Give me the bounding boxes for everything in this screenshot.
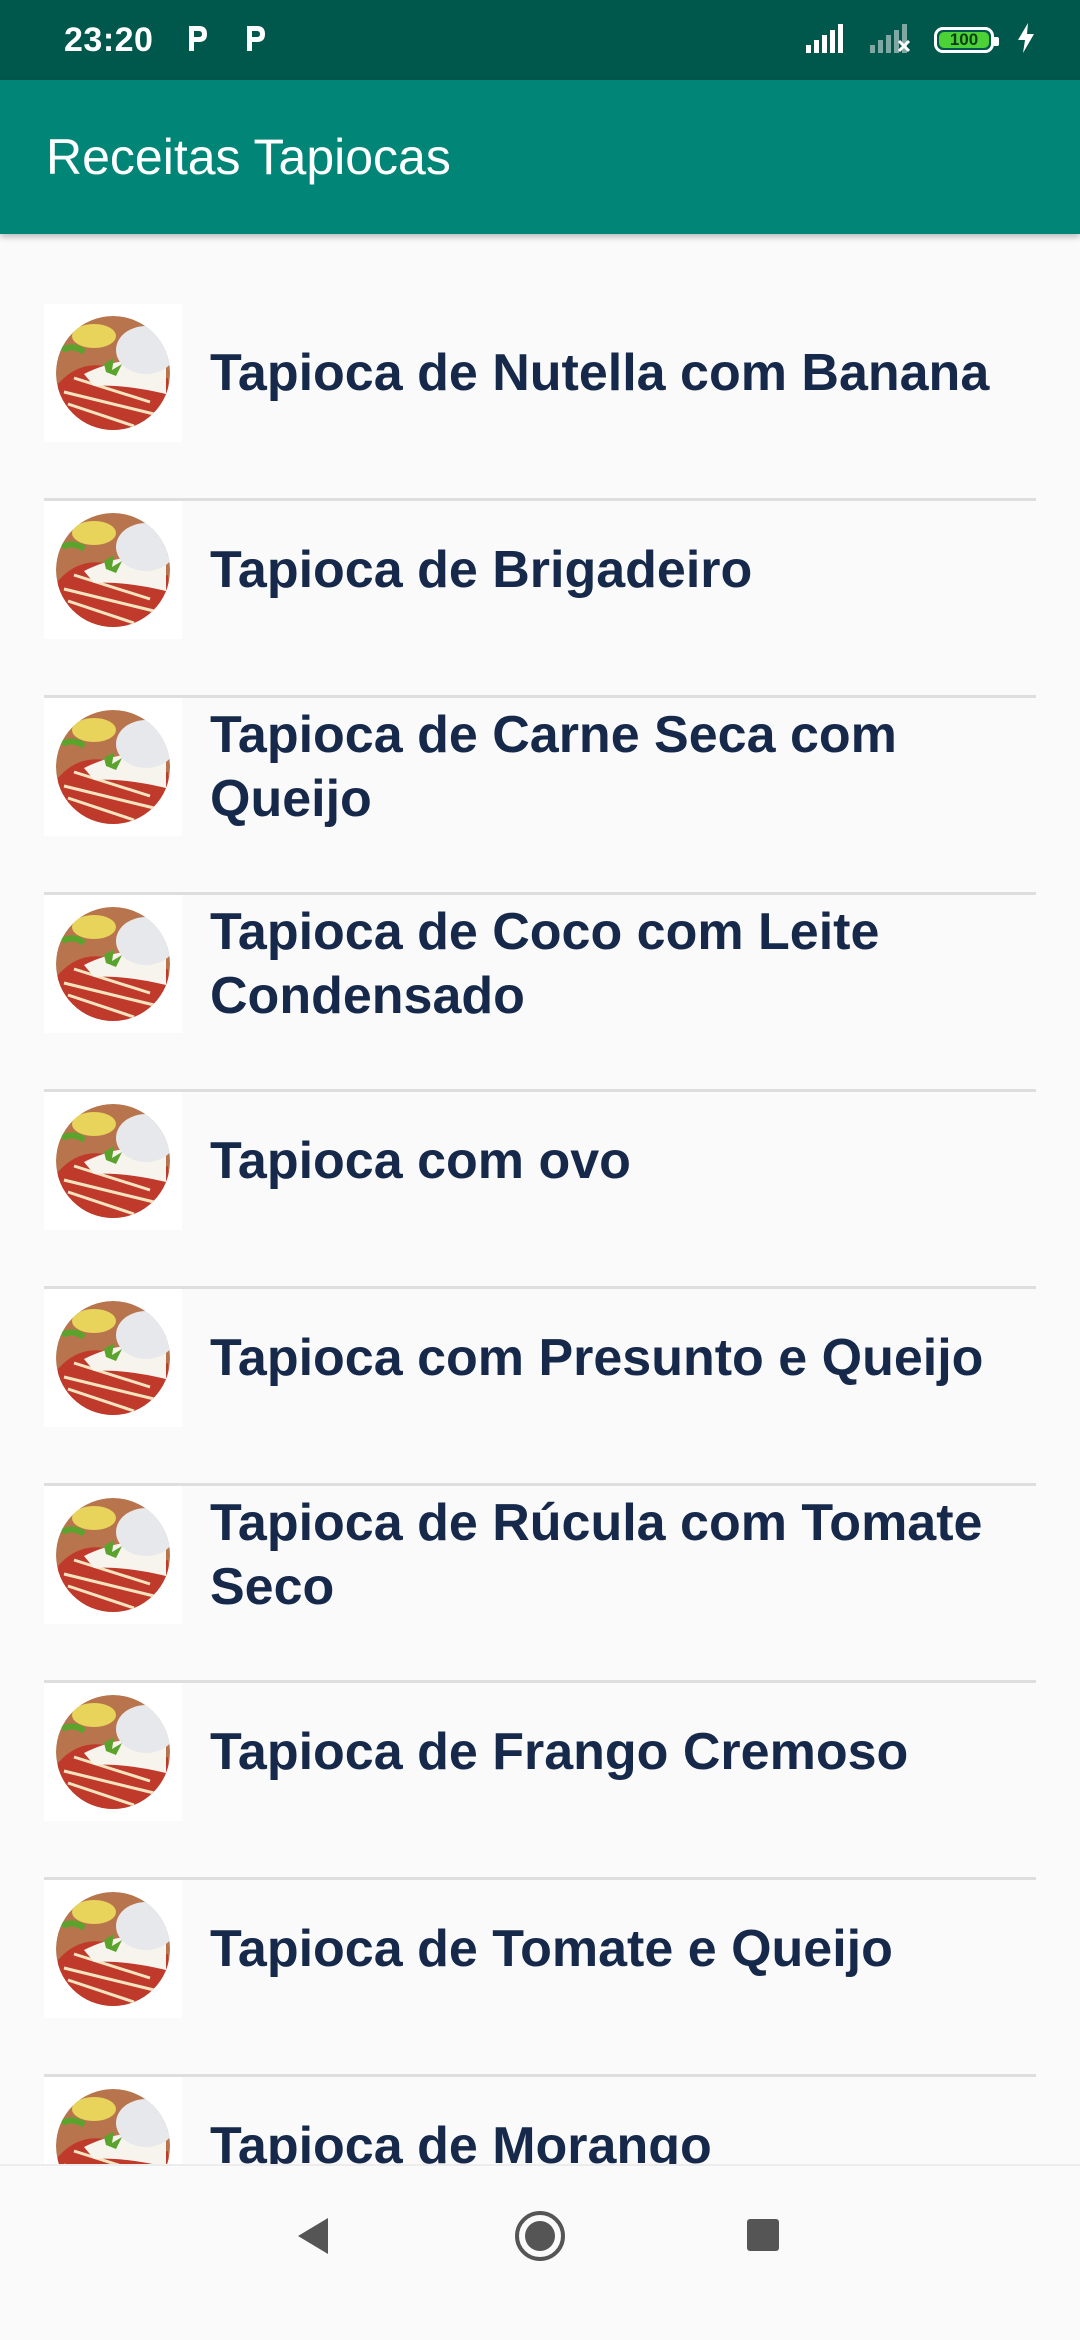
recipe-title: Tapioca com Presunto e Queijo (210, 1329, 984, 1387)
recipe-list-item[interactable]: Tapioca de Tomate e Queijo (44, 1880, 1036, 2077)
recipe-item-content: Tapioca de Carne Seca com Queijo (44, 698, 1036, 836)
recipe-title: Tapioca com ovo (210, 1132, 631, 1190)
parking-p-icon (183, 22, 211, 59)
recipe-thumbnail-image (44, 1880, 182, 2018)
recipe-title: Tapioca de Rúcula com Tomate Seco (210, 1494, 983, 1616)
recipe-list-item[interactable]: Tapioca de Rúcula com Tomate Seco (44, 1486, 1036, 1683)
recipe-list-item[interactable]: Tapioca com ovo (44, 1092, 1036, 1289)
recipe-item-content: Tapioca com ovo (44, 1092, 1036, 1230)
recents-icon[interactable] (746, 2218, 780, 2257)
recipe-item-content: Tapioca com Presunto e Queijo (44, 1289, 1036, 1427)
back-icon[interactable] (296, 2216, 330, 2261)
recipe-item-content: Tapioca de Rúcula com Tomate Seco (44, 1486, 1036, 1624)
recipe-item-content: Tapioca de Coco com Leite Condensado (44, 895, 1036, 1033)
recipe-thumbnail-image (44, 2077, 182, 2166)
recipe-list-item[interactable]: Tapioca de Frango Cremoso (44, 1683, 1036, 1880)
recipe-title: Tapioca de Tomate e Queijo (210, 1920, 893, 1978)
recipe-title: Tapioca de Nutella com Banana (210, 344, 990, 402)
recipe-list-item[interactable]: Tapioca de Morango (44, 2077, 1036, 2166)
recipe-list-item[interactable]: Tapioca de Brigadeiro (44, 501, 1036, 698)
app-title: Receitas Tapiocas (46, 129, 451, 185)
recipe-title: Tapioca de Carne Seca com Queijo (210, 706, 897, 828)
recipe-thumbnail-image (44, 698, 182, 836)
status-time: 23:20 (64, 20, 154, 59)
status-icons: 100 (806, 22, 1036, 58)
recipe-title: Tapioca de Coco com Leite Condensado (210, 903, 880, 1025)
recipe-thumbnail-image (44, 895, 182, 1033)
recipe-item-content: Tapioca de Nutella com Banana (44, 304, 1036, 442)
battery-level: 100 (949, 30, 979, 49)
signal-full-icon (806, 23, 848, 58)
recipe-thumbnail-image (44, 1683, 182, 1821)
lightning-icon (1016, 22, 1036, 58)
recipe-thumbnail-image (44, 1289, 182, 1427)
recipe-list-item[interactable]: Tapioca com Presunto e Queijo (44, 1289, 1036, 1486)
app-bar: Receitas Tapiocas (0, 80, 1080, 234)
recipe-thumbnail-image (44, 501, 182, 639)
battery-icon: 100 (934, 27, 999, 53)
recipe-thumbnail-image (44, 1092, 182, 1230)
recipe-item-content: Tapioca de Brigadeiro (44, 501, 1036, 639)
recipe-item-content: Tapioca de Tomate e Queijo (44, 1880, 1036, 2018)
navigation-bar (0, 2164, 1080, 2340)
home-icon[interactable] (514, 2210, 566, 2267)
recipe-thumbnail-image (44, 304, 182, 442)
recipe-title: Tapioca de Morango (210, 2117, 712, 2166)
parking-p-icon (241, 22, 269, 59)
status-bar: 23:20 100 (0, 0, 1080, 80)
recipe-item-content: Tapioca de Frango Cremoso (44, 1683, 1036, 1821)
recipe-item-content: Tapioca de Morango (44, 2077, 1036, 2166)
recipe-list-item[interactable]: Tapioca de Carne Seca com Queijo (44, 698, 1036, 895)
signal-empty-icon (870, 23, 912, 58)
recipe-thumbnail-image (44, 1486, 182, 1624)
recipe-list[interactable]: Tapioca de Nutella com Banana Tapioca de … (0, 234, 1080, 2166)
recipe-title: Tapioca de Frango Cremoso (210, 1723, 909, 1781)
recipe-title: Tapioca de Brigadeiro (210, 541, 753, 599)
recipe-list-item[interactable]: Tapioca de Coco com Leite Condensado (44, 895, 1036, 1092)
recipe-list-item[interactable]: Tapioca de Nutella com Banana (44, 304, 1036, 501)
